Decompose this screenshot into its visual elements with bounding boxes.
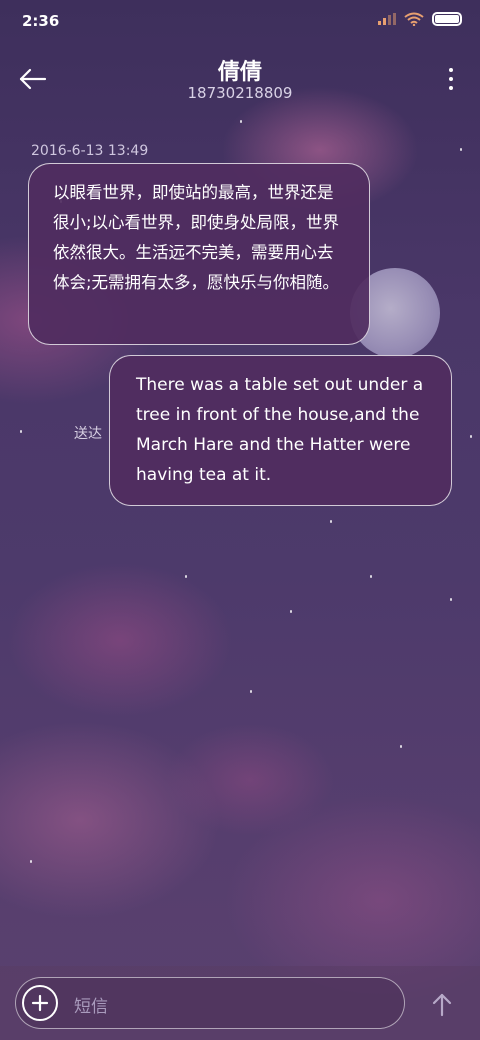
more-options-button[interactable] <box>446 68 456 90</box>
star-decoration <box>450 598 452 601</box>
outgoing-message-bubble[interactable]: There was a table set out under a tree i… <box>109 355 452 506</box>
battery-icon <box>432 12 462 26</box>
message-input[interactable]: 短信 <box>15 977 405 1029</box>
star-decoration <box>185 575 187 578</box>
conversation-header: 倩倩 18730218809 <box>0 40 480 120</box>
composer-bar: 短信 <box>0 966 480 1040</box>
send-button[interactable] <box>428 991 456 1019</box>
incoming-message-bubble[interactable]: 以眼看世界，即使站的最高，世界还是很小;以心看世界，即使身处局限，世界依然很大。… <box>28 163 370 345</box>
star-decoration <box>250 690 252 693</box>
star-decoration <box>460 148 462 151</box>
star-decoration <box>290 610 292 613</box>
message-text: 以眼看世界，即使站的最高，世界还是很小;以心看世界，即使身处局限，世界依然很大。… <box>53 183 340 292</box>
contact-phone: 18730218809 <box>187 84 293 102</box>
input-placeholder: 短信 <box>74 997 108 1017</box>
star-decoration <box>20 430 22 433</box>
message-text: There was a table set out under a tree i… <box>136 375 424 485</box>
more-vertical-icon <box>449 68 453 72</box>
star-decoration <box>470 435 472 438</box>
signal-icon <box>378 13 396 25</box>
add-attachment-button[interactable] <box>22 985 58 1021</box>
star-decoration <box>400 745 402 748</box>
plus-icon <box>31 994 49 1012</box>
status-time: 2:36 <box>22 12 60 30</box>
wifi-icon <box>404 12 424 26</box>
message-timestamp: 2016-6-13 13:49 <box>31 143 149 159</box>
status-bar: 2:36 <box>0 0 480 40</box>
star-decoration <box>30 860 32 863</box>
battery-level <box>435 15 459 23</box>
status-icons <box>378 12 462 26</box>
star-decoration <box>330 520 332 523</box>
star-decoration <box>370 575 372 578</box>
contact-name: 倩倩 <box>217 60 262 85</box>
star-decoration <box>240 120 242 123</box>
arrow-up-icon <box>432 993 452 1017</box>
delivery-status: 送达 <box>74 426 102 442</box>
